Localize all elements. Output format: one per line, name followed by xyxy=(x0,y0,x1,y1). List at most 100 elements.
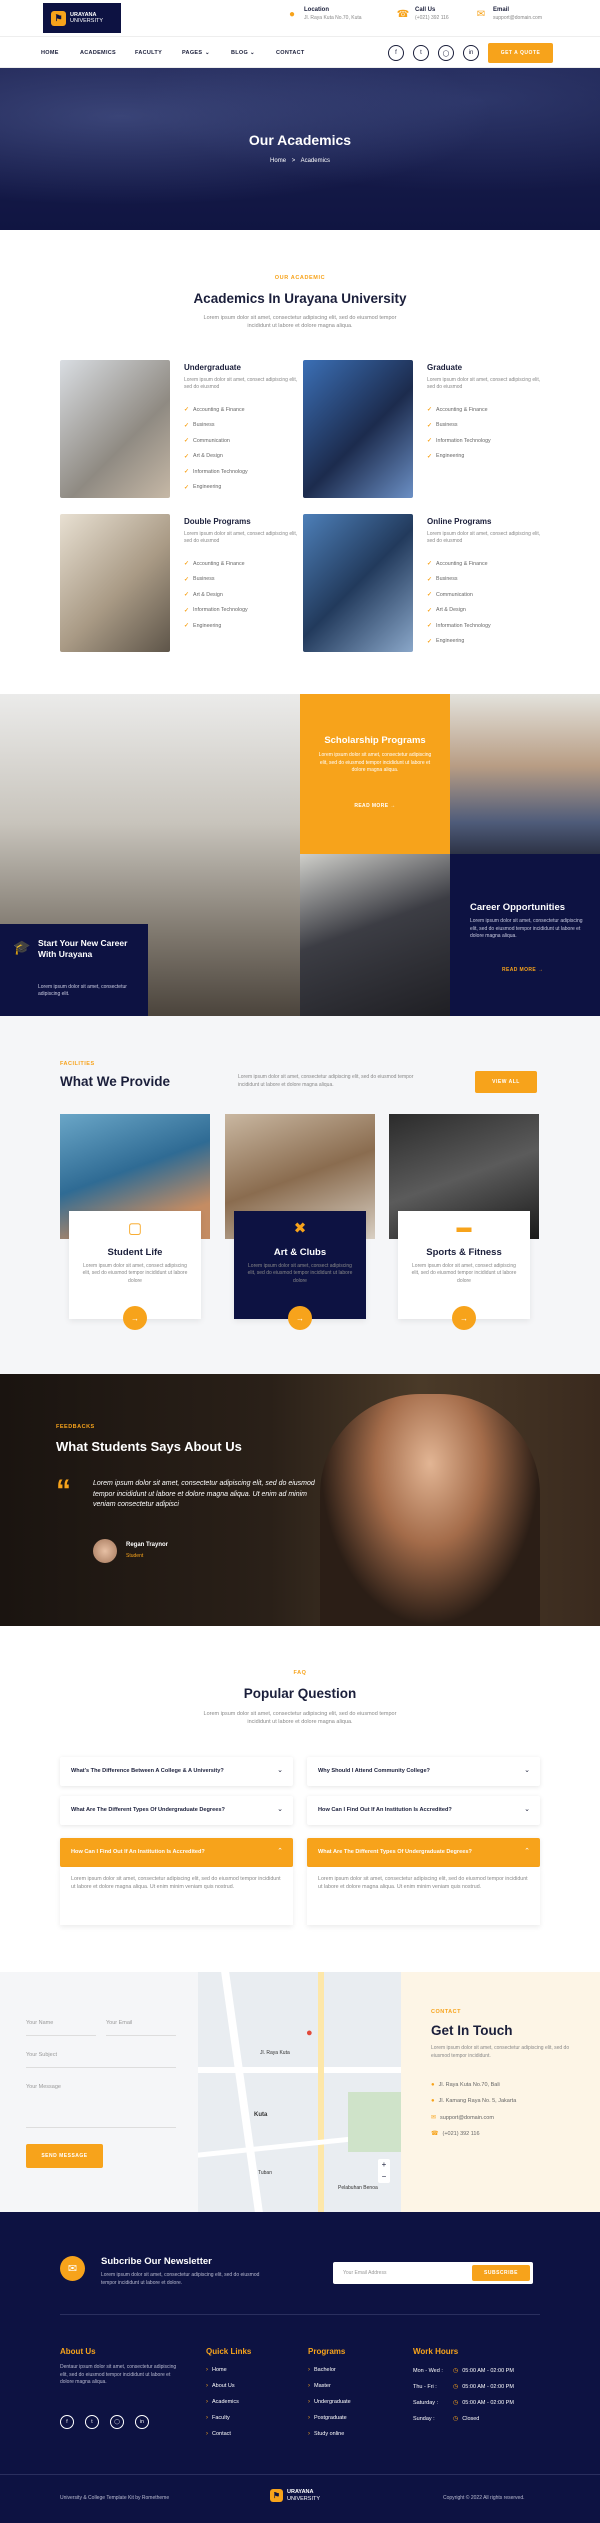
linkedin-icon[interactable]: in xyxy=(463,45,479,61)
quote-icon: “ xyxy=(56,1474,71,1507)
footer-programs-title: Programs xyxy=(308,2347,346,2356)
breadcrumb-home[interactable]: Home xyxy=(270,158,286,164)
facility-card-art-clubs[interactable]: ✖ Art & Clubs Lorem ipsum dolor sit amet… xyxy=(225,1114,375,1330)
get-quote-button[interactable]: GET A QUOTE xyxy=(488,43,553,63)
instagram-icon[interactable]: ◯ xyxy=(110,2415,124,2429)
chevron-up-icon: ⌃ xyxy=(524,1848,530,1855)
facility-desc: Lorem ipsum dolor sit amet, consect adip… xyxy=(247,1263,353,1284)
nav-academics[interactable]: ACADEMICS xyxy=(80,50,116,56)
list-item: ✓ Business xyxy=(184,576,215,583)
opportunities-read-more[interactable]: READ MORE → xyxy=(502,967,543,973)
facebook-icon[interactable]: f xyxy=(388,45,404,61)
academic-card-graduate[interactable]: Graduate Lorem ipsum dolor sit amet, con… xyxy=(303,360,545,498)
map-pin-icon[interactable]: ● xyxy=(306,2027,313,2039)
header-phone: ☎ Call Us (+021) 392 116 xyxy=(397,7,449,21)
map-widget[interactable]: Jl. Raya Kuta Kuta Tuban Pelabuhan Benoa… xyxy=(198,1972,401,2212)
twitter-icon[interactable]: t xyxy=(85,2415,99,2429)
work-hours-row: Saturday : ◷ 05:00 AM - 02:00 PM xyxy=(413,2399,514,2407)
footer-link[interactable]: › Master xyxy=(308,2383,331,2389)
subscribe-button[interactable]: SUBSCRIBE xyxy=(472,2265,530,2281)
phone-title: Call Us xyxy=(415,7,436,13)
subject-input[interactable]: Your Subject xyxy=(26,2044,176,2068)
card-desc: Lorem ipsum dolor sit amet, consect adip… xyxy=(427,377,541,391)
facility-card-sports-fitness[interactable]: ▬ Sports & Fitness Lorem ipsum dolor sit… xyxy=(389,1114,539,1330)
faq-subtitle: Lorem ipsum dolor sit amet, consectetur … xyxy=(203,1711,397,1725)
nav-pages[interactable]: PAGES xyxy=(182,50,202,56)
footer-hours-title: Work Hours xyxy=(413,2347,459,2356)
chevron-right-icon: › xyxy=(308,2415,310,2421)
faq-question-open[interactable]: What Are The Different Types Of Undergra… xyxy=(307,1838,540,1867)
phone-text: (+021) 392 116 xyxy=(415,15,449,21)
opportunities-text: Lorem ipsum dolor sit amet, consectetur … xyxy=(470,918,583,939)
contact-email[interactable]: ✉ support@domain.com xyxy=(431,2114,494,2122)
get-in-touch-panel: CONTACT Get In Touch Lorem ipsum dolor s… xyxy=(401,1972,600,2212)
facility-card-student-life[interactable]: ▢ Student Life Lorem ipsum dolor sit ame… xyxy=(60,1114,210,1330)
footer-link[interactable]: › Contact xyxy=(206,2431,231,2437)
footer-quick-title: Quick Links xyxy=(206,2347,252,2356)
list-item: ✓ Accounting & Finance xyxy=(184,406,245,414)
footer-divider xyxy=(60,2314,540,2315)
chevron-down-icon: ⌄ xyxy=(524,1767,530,1774)
name-input[interactable]: Your Name xyxy=(26,2012,96,2036)
twitter-icon[interactable]: t xyxy=(413,45,429,61)
map-park xyxy=(348,2092,401,2152)
nav-home[interactable]: HOME xyxy=(41,50,59,56)
nav-contact[interactable]: CONTACT xyxy=(276,50,305,56)
send-message-button[interactable]: SEND MESSAGE xyxy=(26,2144,103,2168)
academic-card-online-programs[interactable]: Online Programs Lorem ipsum dolor sit am… xyxy=(303,514,545,652)
list-item: ✓ Art & Design xyxy=(184,453,223,460)
list-item: ✓ Communication xyxy=(427,591,473,599)
check-icon: ✓ xyxy=(427,407,433,414)
footer-logo[interactable]: ⚑ URAYANA UNIVERSITY xyxy=(270,2489,320,2502)
chevron-down-icon: ⌄ xyxy=(277,1806,283,1813)
faq-question[interactable]: Why Should I Attend Community College? ⌄ xyxy=(307,1757,540,1786)
facebook-icon[interactable]: f xyxy=(60,2415,74,2429)
newsletter-mail-icon: ✉ xyxy=(60,2256,85,2281)
linkedin-icon[interactable]: in xyxy=(135,2415,149,2429)
footer-link[interactable]: › Study online xyxy=(308,2431,344,2437)
brand-logo[interactable]: ⚑ URAYANA UNIVERSITY xyxy=(43,3,121,33)
clock-icon: ◷ xyxy=(453,2416,459,2422)
nav-faculty[interactable]: FACULTY xyxy=(135,50,162,56)
arrow-right-icon[interactable]: → xyxy=(288,1306,312,1330)
check-icon: ✓ xyxy=(427,592,433,599)
arrow-right-icon[interactable]: → xyxy=(452,1306,476,1330)
scholarship-read-more[interactable]: READ MORE → xyxy=(300,803,450,809)
newsletter-title: Subcribe Our Newsletter xyxy=(101,2256,212,2267)
location-title: Location xyxy=(304,7,329,13)
testimonial-quote: Lorem ipsum dolor sit amet, consectetur … xyxy=(93,1480,315,1508)
list-item: ✓ Art & Design xyxy=(427,607,466,614)
academics-subtitle: Lorem ipsum dolor sit amet, consectetur … xyxy=(203,315,397,329)
contact-address-1: ● Jl. Raya Kuta No.70, Bali xyxy=(431,2082,500,2088)
contact-phone[interactable]: ☎ (+021) 392 116 xyxy=(431,2130,480,2138)
list-item: ✓ Accounting & Finance xyxy=(427,560,488,568)
instagram-icon[interactable]: ◯ xyxy=(438,45,454,61)
chevron-right-icon: › xyxy=(206,2383,208,2389)
faq-question[interactable]: How Can I Find Out If An Institution Is … xyxy=(307,1796,540,1825)
email-input[interactable]: Your Email xyxy=(106,2012,176,2036)
footer-link[interactable]: › About Us xyxy=(206,2383,235,2389)
faq-title: Popular Question xyxy=(243,1686,357,1701)
academic-card-double-programs[interactable]: Double Programs Lorem ipsum dolor sit am… xyxy=(60,514,302,652)
faq-question-open[interactable]: How Can I Find Out If An Institution Is … xyxy=(60,1838,293,1867)
faq-question[interactable]: What's The Difference Between A College … xyxy=(60,1757,293,1786)
faq-question[interactable]: What Are The Different Types Of Undergra… xyxy=(60,1796,293,1825)
card-title: Graduate xyxy=(427,363,463,372)
footer-link[interactable]: › Bachelor xyxy=(308,2367,336,2373)
footer-link[interactable]: › Postgraduate xyxy=(308,2415,347,2421)
map-zoom-controls[interactable]: + − xyxy=(378,2159,390,2183)
message-textarea[interactable]: Your Message xyxy=(26,2076,176,2128)
footer-link[interactable]: › Undergraduate xyxy=(308,2399,351,2405)
chevron-down-icon: ⌄ xyxy=(250,50,255,56)
contact-address-2: ● Jl. Kamang Raya No. 5, Jakarta xyxy=(431,2098,517,2104)
nav-blog[interactable]: BLOG xyxy=(231,50,248,56)
footer-credit: University & College Template Kit by Rom… xyxy=(60,2495,170,2501)
arrow-right-icon[interactable]: → xyxy=(123,1306,147,1330)
footer-link[interactable]: › Home xyxy=(206,2367,227,2373)
footer-link[interactable]: › Faculty xyxy=(206,2415,230,2421)
footer-link[interactable]: › Academics xyxy=(206,2399,239,2405)
academic-card-undergraduate[interactable]: Undergraduate Lorem ipsum dolor sit amet… xyxy=(60,360,302,498)
footer-bottom-divider xyxy=(0,2474,600,2475)
list-item: ✓ Information Technology xyxy=(427,622,491,630)
view-all-button[interactable]: VIEW ALL xyxy=(475,1071,537,1093)
